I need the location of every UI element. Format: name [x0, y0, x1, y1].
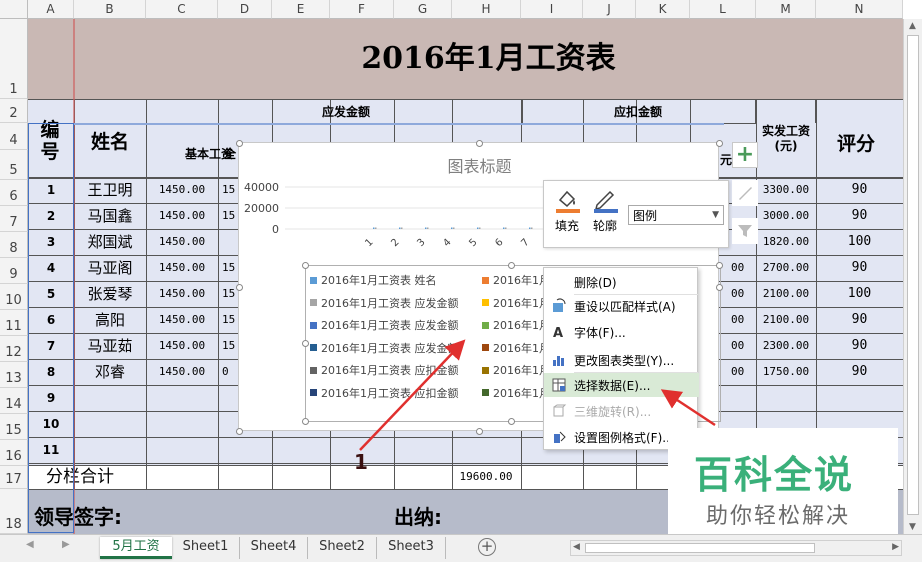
watermark-sub: 助你轻松解决 — [706, 504, 851, 529]
tab-scroll-left-icon[interactable]: ◀ — [26, 539, 34, 550]
horizontal-scrollbar[interactable]: ◀ ▶ — [570, 540, 902, 556]
hscroll-thumb[interactable] — [585, 543, 815, 553]
scroll-up-icon[interactable]: ▲ — [909, 21, 916, 31]
annotation-number: 1 — [354, 450, 368, 474]
sheet-tab[interactable]: Sheet4 — [240, 537, 308, 559]
sheet-tab[interactable]: 5月工资 — [100, 537, 172, 559]
hscroll-right-icon[interactable]: ▶ — [892, 542, 899, 552]
tab-scroll-right-icon[interactable]: ▶ — [62, 539, 70, 550]
vertical-scrollbar[interactable]: ▲ ▼ — [903, 19, 922, 534]
scroll-thumb[interactable] — [907, 35, 919, 515]
scroll-down-icon[interactable]: ▼ — [909, 522, 916, 532]
sheet-tab[interactable]: Sheet2 — [308, 537, 377, 559]
add-sheet-button[interactable]: + — [478, 538, 496, 556]
sheet-tab[interactable]: Sheet1 — [172, 537, 240, 559]
hscroll-left-icon[interactable]: ◀ — [573, 542, 580, 552]
sheet-tab[interactable]: Sheet3 — [377, 537, 446, 559]
watermark-main: 百科全说 — [694, 453, 855, 497]
watermark: 百科全说 助你轻松解决 — [668, 428, 898, 536]
